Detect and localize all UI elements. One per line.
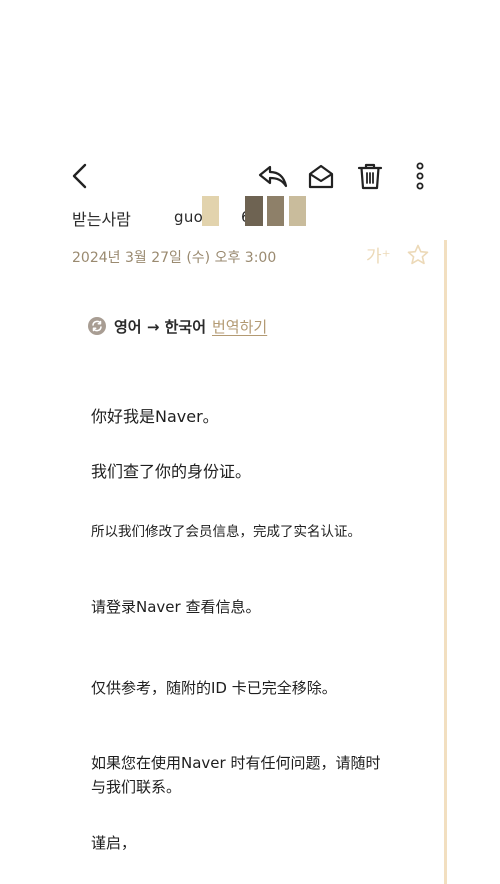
recipient-row: 받는사람 guo 6 (72, 196, 332, 234)
star-icon[interactable] (406, 243, 430, 267)
redaction-block (267, 196, 284, 226)
recipient-address[interactable]: guo (174, 208, 203, 226)
body-paragraph: 所以我们修改了会员信息，完成了实名认证。 (91, 524, 361, 540)
body-paragraph: 如果您在使用Naver 时有任何问题，请随时 (91, 754, 381, 772)
email-view-screen: 받는사람 guo 6 2024년 3월 27일 (수) 오후 3:00 가⁺ 영… (0, 0, 500, 884)
reply-all-button[interactable] (254, 158, 290, 194)
back-icon (69, 162, 91, 190)
translate-bar: 영어 → 한국어 번역하기 (88, 314, 388, 338)
redaction-block (202, 196, 219, 226)
more-vertical-icon (415, 162, 425, 190)
body-paragraph: 谨启， (91, 834, 137, 852)
open-envelope-icon (307, 162, 335, 190)
trash-icon (357, 162, 383, 190)
mark-unread-button[interactable] (303, 158, 339, 194)
body-paragraph: 与我们联系。 (91, 778, 182, 796)
delete-button[interactable] (352, 158, 388, 194)
sent-date: 2024년 3월 27일 (수) 오후 3:00 (72, 250, 277, 266)
translate-language-pair: 영어 → 한국어 (114, 318, 207, 336)
more-button[interactable] (402, 158, 438, 194)
reply-all-icon (256, 162, 288, 190)
redaction-block (245, 196, 263, 226)
body-paragraph: 请登录Naver 查看信息。 (91, 598, 261, 616)
translate-link[interactable]: 번역하기 (212, 316, 267, 337)
body-paragraph: 仅供参考，随附的ID 卡已完全移除。 (91, 679, 337, 697)
toolbar (0, 150, 500, 198)
redaction-block (289, 196, 306, 226)
font-size-button[interactable]: 가⁺ (366, 242, 391, 267)
body-paragraph: 你好我是Naver。 (91, 407, 219, 426)
back-button[interactable] (62, 158, 98, 194)
recipient-label: 받는사람 (72, 210, 131, 229)
body-paragraph: 我们查了你的身份证。 (91, 462, 252, 481)
translate-icon (88, 317, 106, 335)
reading-accent-bar (444, 240, 447, 884)
date-row: 2024년 3월 27일 (수) 오후 3:00 가⁺ (72, 244, 432, 270)
